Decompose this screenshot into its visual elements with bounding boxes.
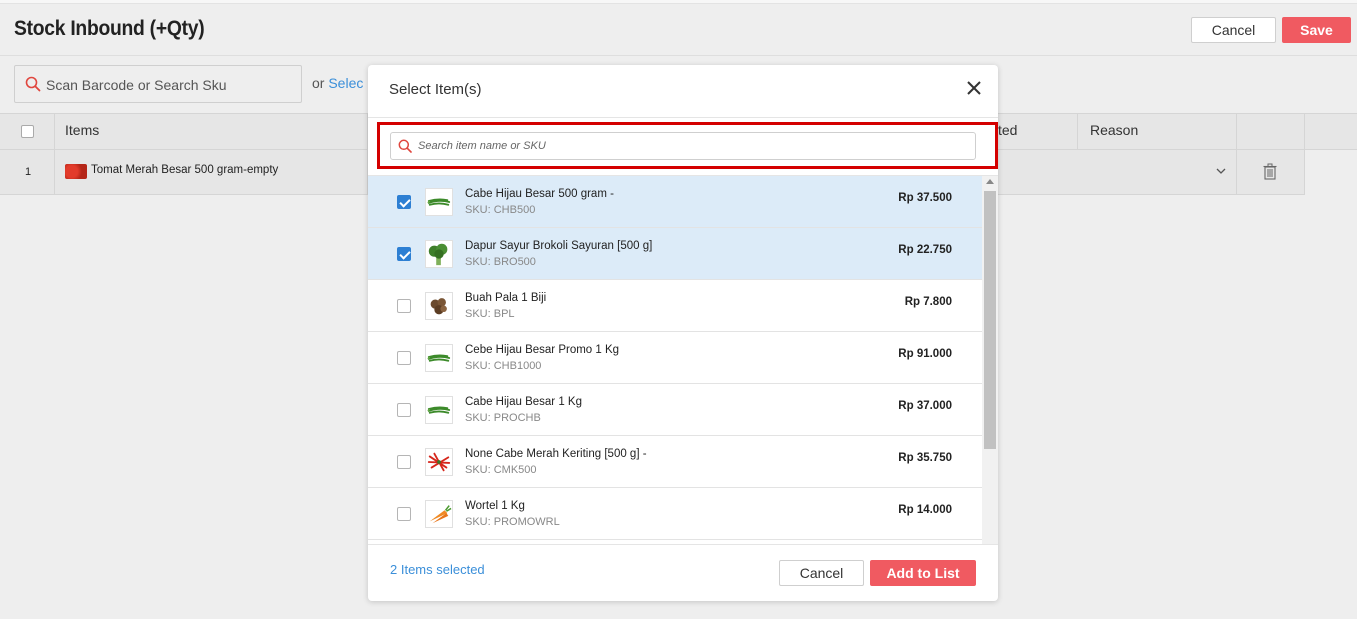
item-sku: SKU: BRO500 — [465, 256, 536, 268]
list-scrollbar[interactable] — [982, 176, 998, 544]
row-item-cell: Tomat Merah Besar 500 gram-empty — [55, 150, 368, 194]
item-checkbox[interactable] — [397, 403, 411, 417]
list-item[interactable]: Dapur Sayur Brokoli Sayuran [500 g] SKU: … — [368, 228, 982, 280]
item-name: Dapur Sayur Brokoli Sayuran [500 g] — [465, 240, 653, 252]
list-item[interactable]: Buah Pala 1 Biji SKU: BPL Rp 7.800 — [368, 280, 982, 332]
row-item-name: Tomat Merah Besar 500 gram-empty — [91, 164, 279, 176]
scan-placeholder: Scan Barcode or Search Sku — [46, 77, 227, 93]
item-checkbox[interactable] — [397, 455, 411, 469]
cancel-button[interactable]: Cancel — [1191, 17, 1276, 43]
header-actions — [1237, 114, 1305, 149]
item-price: Rp 35.750 — [898, 452, 952, 464]
item-name: Buah Pala 1 Biji — [465, 292, 547, 304]
modal-title: Select Item(s) — [389, 81, 482, 98]
modal-divider — [368, 117, 998, 118]
select-items-modal: Select Item(s) Cabe Hijau Besar 500 gram… — [368, 65, 998, 601]
or-label: or — [312, 75, 325, 91]
select-all-checkbox[interactable] — [21, 125, 34, 138]
selected-count: 2 Items selected — [390, 562, 485, 577]
item-price: Rp 22.750 — [898, 244, 952, 256]
carrot-image — [425, 500, 453, 528]
green-chili-image — [425, 344, 453, 372]
broccoli-image — [425, 240, 453, 268]
close-icon[interactable] — [965, 79, 983, 97]
green-chili-image — [425, 188, 453, 216]
item-sku: SKU: PROMOWRL — [465, 516, 560, 528]
item-price: Rp 37.500 — [898, 192, 952, 204]
list-item[interactable]: Cebe Hijau Besar Promo 1 Kg SKU: CHB1000 R… — [368, 332, 982, 384]
modal-cancel-button[interactable]: Cancel — [779, 560, 864, 586]
green-chili-image — [425, 396, 453, 424]
select-items-link[interactable]: Selec — [328, 75, 363, 91]
item-sku: SKU: CHB1000 — [465, 360, 542, 372]
search-icon — [25, 76, 41, 92]
header-updated: ted — [998, 114, 1078, 149]
item-price: Rp 7.800 — [904, 296, 952, 308]
item-price: Rp 14.000 — [898, 504, 952, 516]
footer-divider — [368, 544, 998, 545]
add-to-list-button[interactable]: Add to List — [870, 560, 976, 586]
item-name: Cabe Hijau Besar 1 Kg — [465, 396, 582, 408]
page-title: Stock Inbound (+Qty) — [14, 17, 205, 40]
item-checkbox[interactable] — [397, 299, 411, 313]
item-sku: SKU: CMK500 — [465, 464, 537, 476]
item-checkbox[interactable] — [397, 247, 411, 261]
item-checkbox[interactable] — [397, 351, 411, 365]
header-reason: Reason — [1078, 114, 1237, 149]
list-item[interactable]: Cabe Hijau Besar 500 gram - SKU: CHB500 Rp… — [368, 176, 982, 228]
item-sku: SKU: CHB500 — [465, 204, 536, 216]
or-select-text: or Selec — [312, 75, 363, 91]
save-button[interactable]: Save — [1282, 17, 1351, 43]
reason-select[interactable] — [1078, 150, 1237, 194]
header-select-cell — [0, 114, 55, 149]
list-item[interactable]: None Cabe Merah Keriting [500 g] - SKU: C… — [368, 436, 982, 488]
nutmeg-image — [425, 292, 453, 320]
list-item[interactable]: Wortel 1 Kg SKU: PROMOWRL Rp 14.000 — [368, 488, 982, 540]
scroll-up-arrow[interactable] — [986, 179, 994, 184]
scan-barcode-input[interactable]: Scan Barcode or Search Sku — [14, 65, 302, 103]
item-name: None Cabe Merah Keriting [500 g] - — [465, 448, 647, 460]
item-sku: SKU: PROCHB — [465, 412, 541, 424]
item-price: Rp 37.000 — [898, 400, 952, 412]
trash-icon[interactable] — [1263, 163, 1277, 180]
item-list: Cabe Hijau Besar 500 gram - SKU: CHB500 Rp… — [368, 176, 982, 544]
tomato-image — [65, 164, 87, 179]
row-actions-cell — [1237, 150, 1305, 194]
item-price: Rp 91.000 — [898, 348, 952, 360]
item-search-input[interactable] — [390, 132, 976, 160]
item-name: Wortel 1 Kg — [465, 500, 525, 512]
item-sku: SKU: BPL — [465, 308, 515, 320]
row-index-cell: 1 — [0, 150, 55, 194]
item-name: Cabe Hijau Besar 500 gram - — [465, 188, 614, 200]
chevron-down-icon — [1216, 168, 1226, 174]
list-item[interactable]: Cabe Hijau Besar 1 Kg SKU: PROCHB Rp 37.00… — [368, 384, 982, 436]
header-items: Items — [55, 114, 368, 149]
scroll-thumb[interactable] — [984, 191, 996, 449]
item-name: Cebe Hijau Besar Promo 1 Kg — [465, 344, 620, 356]
row-index: 1 — [25, 166, 32, 178]
item-checkbox[interactable] — [397, 507, 411, 521]
item-checkbox[interactable] — [397, 195, 411, 209]
red-chili-image — [425, 448, 453, 476]
page-header: Stock Inbound (+Qty) Cancel Save — [0, 4, 1357, 56]
